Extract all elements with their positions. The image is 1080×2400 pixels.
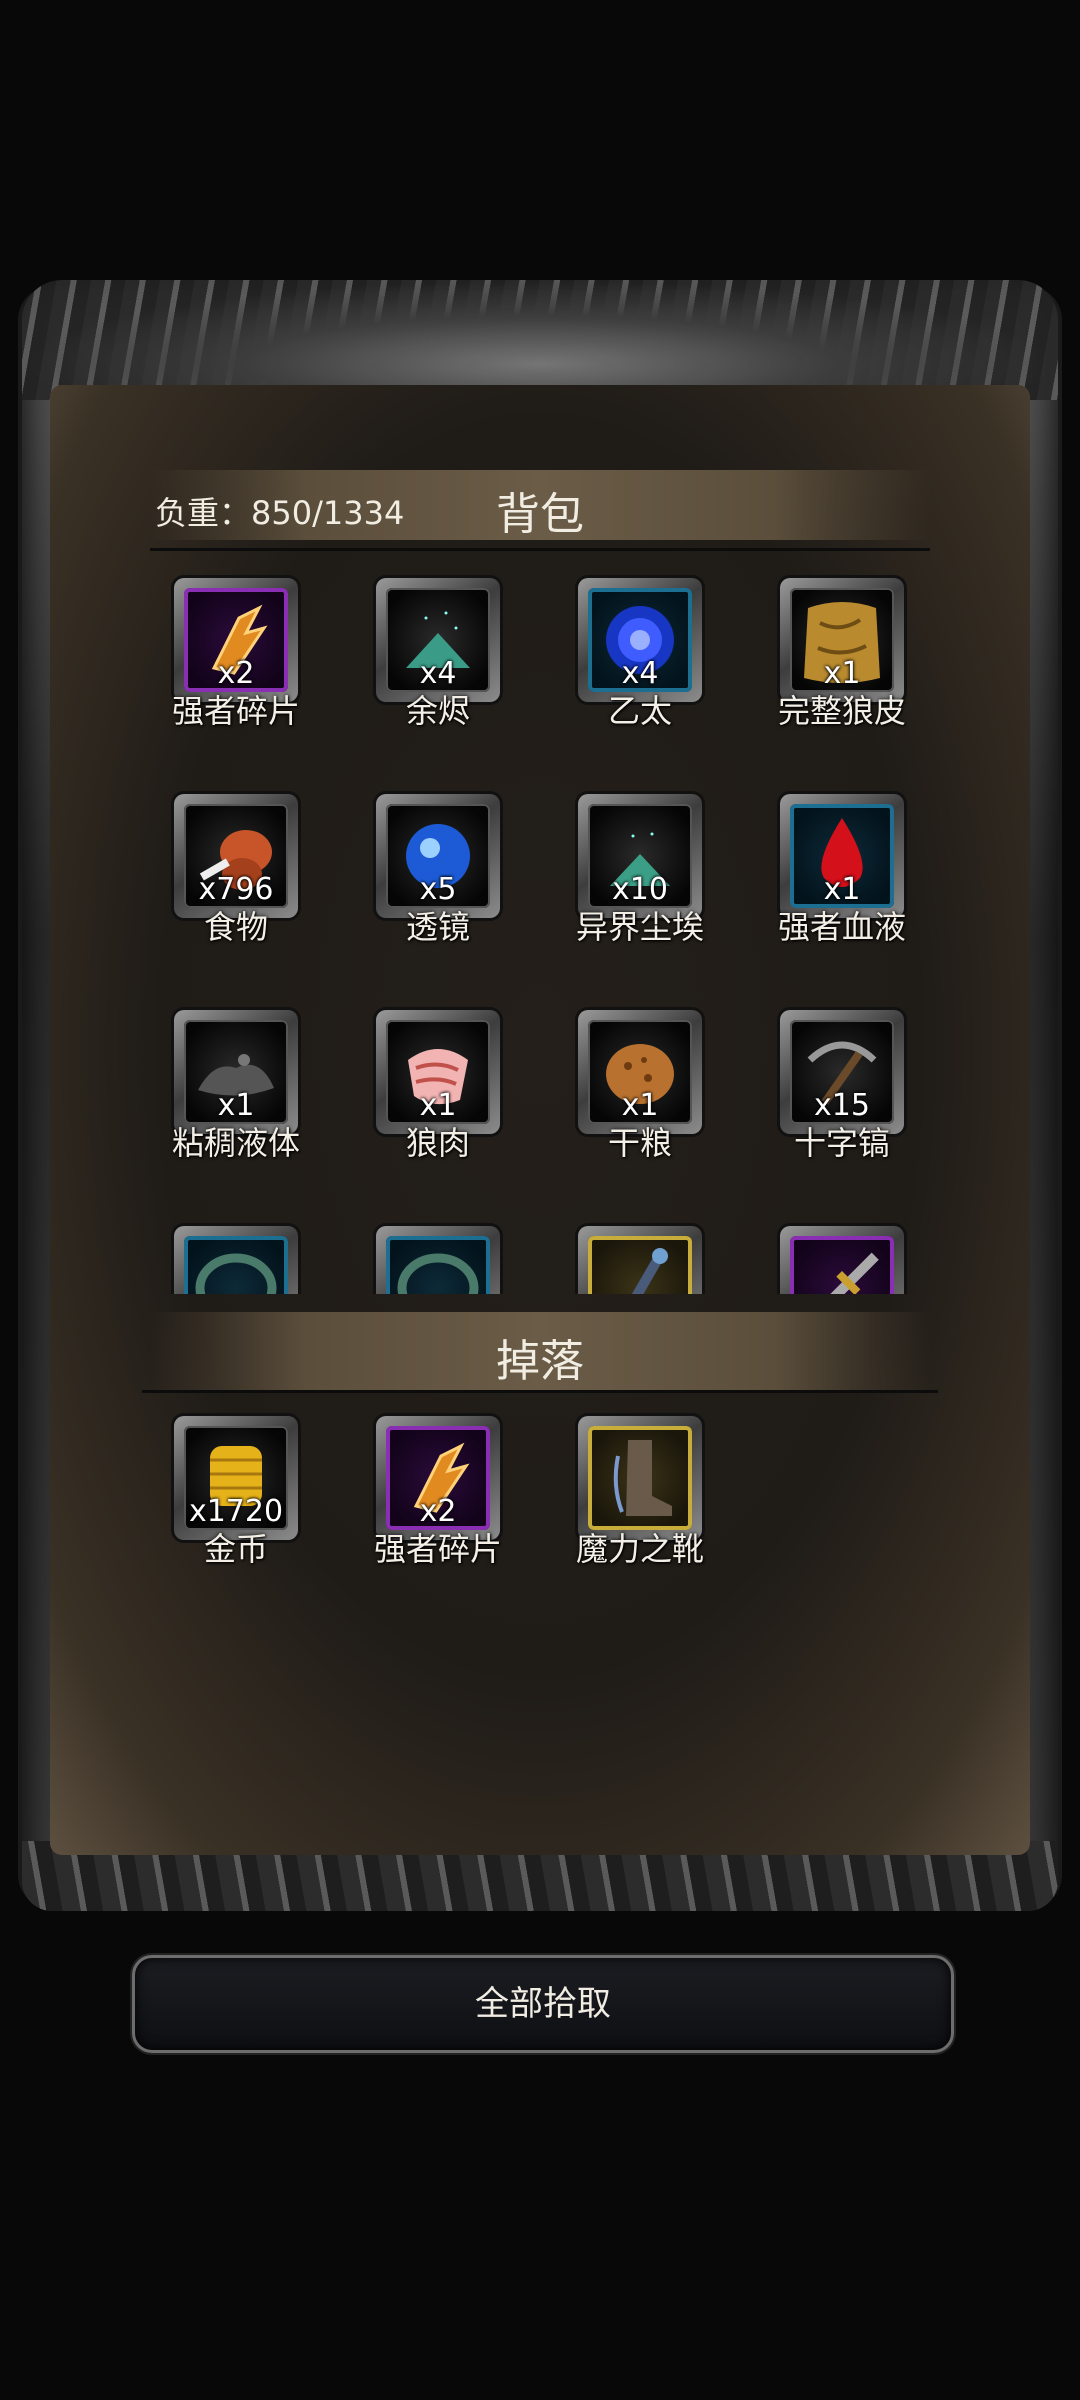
item-slot[interactable]	[174, 1226, 298, 1294]
drops-title: 掉落	[496, 1336, 584, 1387]
pickup-all-label: 全部拾取	[475, 1984, 611, 2024]
item-slot[interactable]	[376, 1226, 500, 1294]
item-name: 乙太	[607, 692, 672, 730]
item-name: 异界尘埃	[575, 908, 704, 946]
ring-icon	[184, 1236, 288, 1294]
item-slot[interactable]: x1 粘稠液体	[172, 1010, 300, 1162]
item-slot[interactable]: x15 十字镐	[780, 1010, 904, 1162]
boots-icon	[588, 1426, 692, 1530]
item-slot[interactable]: x4 余烬	[376, 578, 500, 730]
item-slot[interactable]: x5 透镜	[376, 794, 500, 946]
item-name: 食物	[203, 908, 268, 946]
bag-title: 背包	[496, 489, 584, 540]
item-slot[interactable]: x10 异界尘埃	[576, 794, 704, 946]
item-name: 强者碎片	[171, 692, 300, 730]
item-name: 粘稠液体	[171, 1124, 300, 1162]
item-name: 强者碎片	[373, 1530, 502, 1568]
item-slot[interactable]: x1 狼肉	[376, 1010, 500, 1162]
item-slot[interactable]	[578, 1226, 702, 1294]
item-name: 余烬	[405, 692, 470, 730]
drops-grid: x1720 金币 x2 强者碎片魔力之靴	[150, 1412, 930, 1612]
item-slot[interactable]: x4 乙太	[578, 578, 702, 730]
item-slot[interactable]: 魔力之靴	[576, 1416, 704, 1568]
bag-divider	[150, 548, 930, 551]
item-slot[interactable]: x796 食物	[174, 794, 298, 946]
item-slot[interactable]	[780, 1226, 904, 1294]
item-slot[interactable]: x1 干粮	[578, 1010, 702, 1162]
item-slot[interactable]: x1 强者血液	[778, 794, 906, 946]
item-name: 干粮	[607, 1124, 672, 1162]
wand-icon	[588, 1236, 692, 1294]
item-name: 强者血液	[777, 908, 906, 946]
item-slot[interactable]: x1720 金币	[174, 1416, 298, 1568]
item-name: 金币	[203, 1530, 268, 1568]
sword-icon	[790, 1236, 894, 1294]
item-name: 十字镐	[793, 1124, 890, 1162]
item-name: 狼肉	[405, 1124, 470, 1162]
pickup-all-button[interactable]: 全部拾取	[132, 1955, 954, 2053]
frame-crest-decoration	[22, 280, 1058, 400]
item-name: 透镜	[405, 908, 470, 946]
item-name: 完整狼皮	[777, 692, 906, 730]
item-name: 魔力之靴	[575, 1530, 704, 1568]
ring-icon	[386, 1236, 490, 1294]
drops-divider	[142, 1390, 938, 1393]
item-slot[interactable]: x2 强者碎片	[172, 578, 300, 730]
item-slot[interactable]: x2 强者碎片	[374, 1416, 502, 1568]
bag-grid[interactable]: x2 强者碎片 x4 余烬 x4 乙太 x1 完整狼皮 x796 食物 x5 透镜 x10 异界尘埃 x1 强…	[150, 560, 930, 1294]
item-slot[interactable]: x1 完整狼皮	[778, 578, 906, 730]
